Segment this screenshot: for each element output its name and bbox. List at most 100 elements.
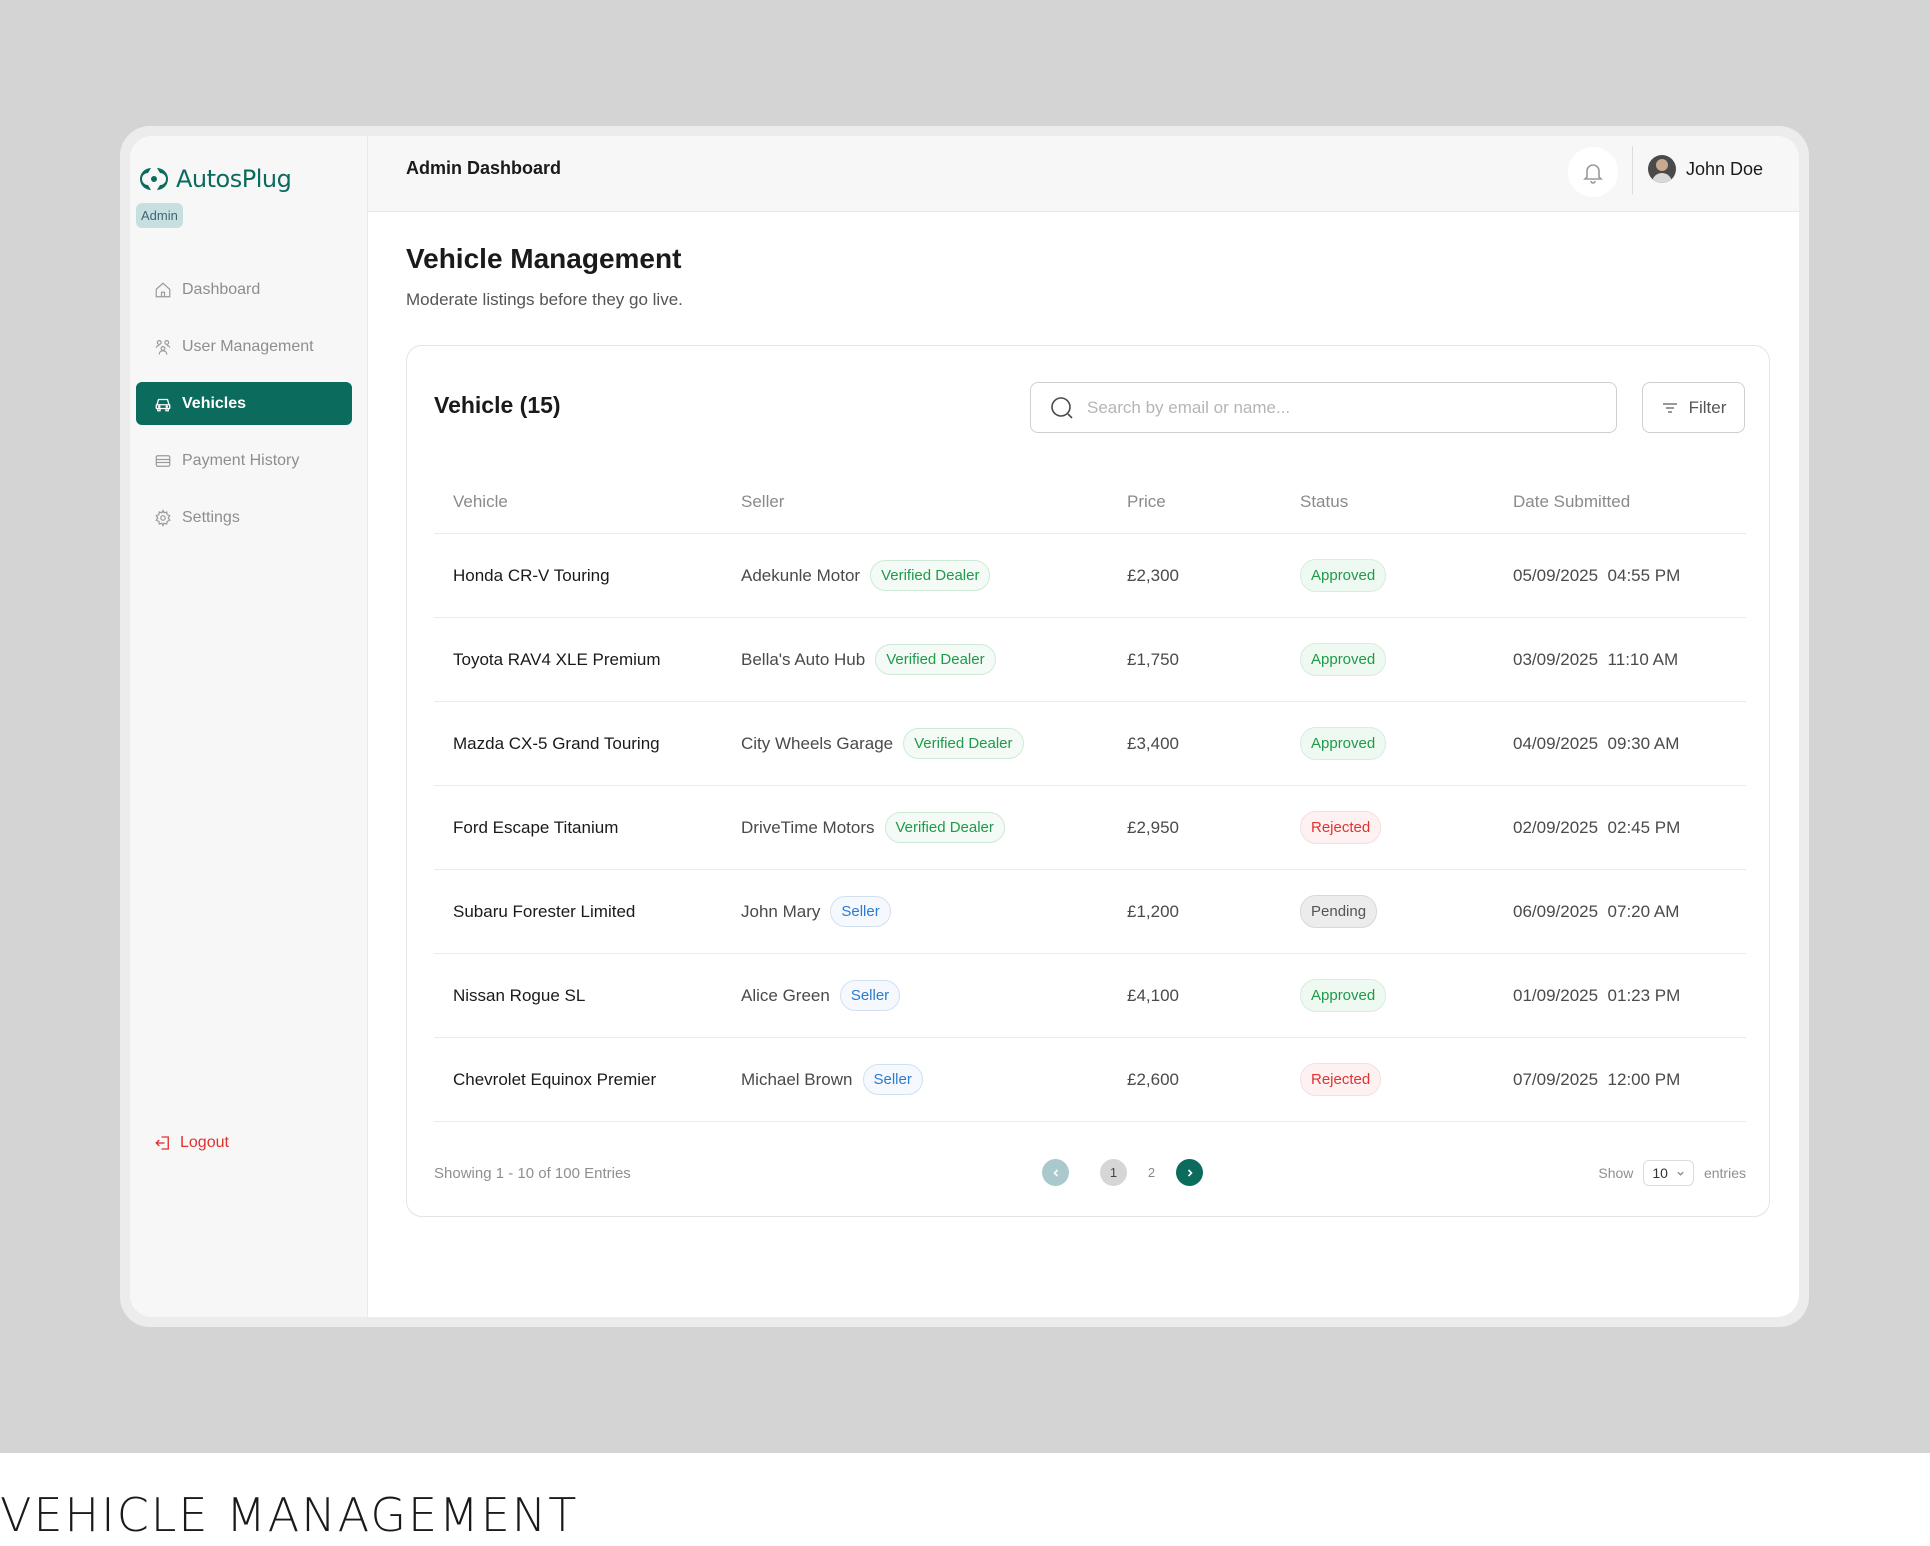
home-icon [155,281,171,297]
filter-label: Filter [1688,397,1727,417]
top-bar-title: Admin Dashboard [406,158,562,178]
price: £1,750 [1127,649,1179,669]
sidebar-item-label: Payment History [182,451,300,469]
gear-icon [155,508,171,527]
sidebar-nav: Dashboard User Management Vehicles Payme… [136,268,352,553]
sidebar-item-settings[interactable]: Settings [136,496,352,539]
status-badge: Approved [1300,643,1387,676]
table-row[interactable]: Nissan Rogue SL Alice Green Seller £4,100… [434,954,1746,1038]
logout-label: Logout [180,1134,229,1151]
seller-type-badge: Seller [862,1064,923,1095]
vehicle-name: Ford Escape Titanium [453,817,619,837]
time-submitted: 02:45 PM [1607,817,1681,837]
page-subtitle: Moderate listings before they go live. [406,290,683,309]
date-submitted: 06/09/2025 [1513,901,1599,921]
table-row[interactable]: Ford Escape Titanium DriveTime Motors Ver… [434,786,1746,870]
time-submitted: 11:10 AM [1607,649,1679,669]
table-footer: Showing 1 - 10 of 100 Entries 1 2 Show 1… [434,1156,1746,1192]
status-badge: Pending [1300,895,1378,928]
seller-name: Michael Brown [741,1069,853,1089]
card-icon [155,454,171,467]
column-header-date-submitted: Date Submitted [1513,492,1631,511]
status-badge: Approved [1300,727,1387,760]
entries-label: entries [1703,1165,1746,1181]
column-header-price: Price [1127,492,1166,511]
sidebar-item-user-management[interactable]: User Management [136,325,352,368]
date-submitted: 03/09/2025 [1513,649,1599,669]
price: £1,200 [1127,901,1179,921]
vehicle-name: Chevrolet Equinox Premier [453,1069,657,1089]
status-cell: Rejected [1300,1063,1513,1096]
table-row[interactable]: Mazda CX-5 Grand Touring City Wheels Gar… [434,702,1746,786]
seller-name: City Wheels Garage [741,733,894,753]
seller-cell: DriveTime Motors Verified Dealer [741,812,1127,843]
vehicle-name: Nissan Rogue SL [453,985,586,1005]
seller-name: Alice Green [741,985,830,1005]
status-cell: Pending [1300,895,1513,928]
vehicles-card: Vehicle (15) Filter Vehicle Seller Price… [406,345,1770,1217]
presentation-caption: VEHICLE MANAGEMENT [0,1488,579,1542]
date-submitted: 07/09/2025 [1513,1069,1599,1089]
seller-type-badge: Seller [839,980,901,1011]
user-menu[interactable]: John Doe [1648,155,1763,183]
sidebar-item-label: Vehicles [182,394,247,412]
price: £2,600 [1127,1069,1179,1089]
page-button-1[interactable]: 1 [1100,1159,1127,1186]
search-box[interactable] [1030,382,1617,433]
device-frame: AutosPlug Admin Dashboard User Managemen… [120,126,1809,1327]
table-row[interactable]: Honda CR-V Touring Adekunle Motor Verifie… [434,534,1746,618]
time-submitted: 04:55 PM [1607,565,1681,585]
pagination: 1 2 [1042,1159,1203,1186]
brand-name: AutosPlug [176,165,292,193]
seller-type-badge: Verified Dealer [903,728,1024,759]
filter-button[interactable]: Filter [1642,382,1745,433]
sidebar-item-payment-history[interactable]: Payment History [136,439,352,482]
sidebar-item-label: User Management [182,337,314,355]
seller-type-badge: Verified Dealer [875,644,996,675]
date-cell: 07/09/2025 12:00 PM [1513,1070,1746,1090]
bell-icon [1583,164,1603,184]
time-submitted: 12:00 PM [1607,1069,1681,1089]
status-cell: Approved [1300,643,1513,676]
sidebar-item-vehicles[interactable]: Vehicles [136,382,352,425]
brand-logo-icon [140,168,168,190]
seller-type-badge: Seller [830,896,891,927]
page-button-2[interactable]: 2 [1138,1159,1165,1186]
vehicle-name: Subaru Forester Limited [453,901,636,921]
table-row[interactable]: Subaru Forester Limited John Mary Seller … [434,870,1746,954]
vehicles-table: Vehicle Seller Price Status Date Submitt… [434,471,1746,1122]
next-page-button[interactable] [1176,1159,1203,1186]
time-submitted: 07:20 AM [1607,901,1680,921]
chevron-right-icon [1187,1168,1193,1177]
car-icon [155,398,171,411]
vehicle-name: Toyota RAV4 XLE Premium [453,649,661,669]
table-row[interactable]: Toyota RAV4 XLE Premium Bella's Auto Hub… [434,618,1746,702]
seller-cell: Michael Brown Seller [741,1064,1127,1095]
sidebar-item-dashboard[interactable]: Dashboard [136,268,352,311]
seller-name: Bella's Auto Hub [741,649,866,669]
entries-per-page-select[interactable]: 10 [1643,1160,1694,1186]
page-title: Vehicle Management [406,243,682,274]
status-cell: Rejected [1300,811,1513,844]
time-submitted: 01:23 PM [1607,985,1681,1005]
logout-button[interactable]: Logout [154,1134,229,1152]
previous-page-button[interactable] [1042,1159,1069,1186]
date-cell: 06/09/2025 07:20 AM [1513,902,1746,922]
search-input[interactable] [1087,397,1587,418]
notifications-button[interactable] [1568,147,1618,197]
table-row[interactable]: Chevrolet Equinox Premier Michael Brown S… [434,1038,1746,1122]
seller-cell: Alice Green Seller [741,980,1127,1011]
seller-cell: City Wheels Garage Verified Dealer [741,728,1127,759]
vehicle-name: Mazda CX-5 Grand Touring [453,733,660,753]
showing-entries-text: Showing 1 - 10 of 100 Entries [434,1165,631,1182]
seller-type-badge: Verified Dealer [884,812,1005,843]
status-cell: Approved [1300,727,1513,760]
seller-name: Adekunle Motor [741,565,861,585]
status-badge: Rejected [1300,811,1382,844]
brand-logo[interactable]: AutosPlug [136,164,292,194]
date-submitted: 02/09/2025 [1513,817,1599,837]
seller-name: DriveTime Motors [741,817,875,837]
card-title: Vehicle (15) [434,392,561,418]
seller-name: John Mary [741,901,821,921]
show-label: Show [1598,1165,1634,1181]
